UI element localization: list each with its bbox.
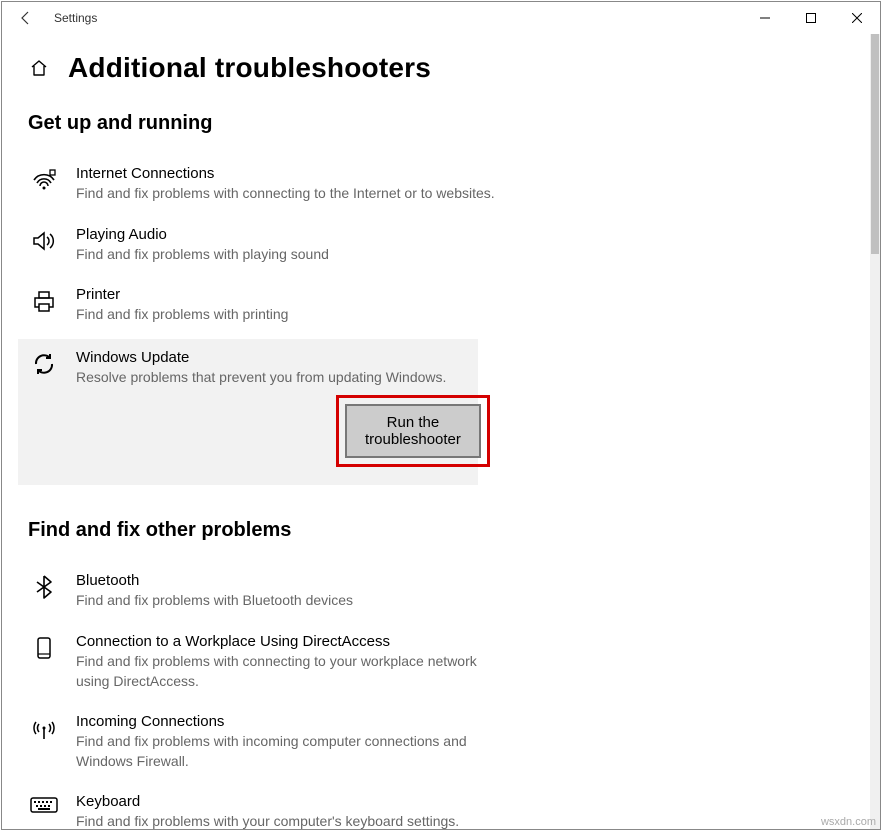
item-title: Windows Update bbox=[76, 349, 490, 366]
maximize-button[interactable] bbox=[788, 2, 834, 34]
printer-icon bbox=[31, 288, 57, 314]
titlebar: Settings bbox=[2, 2, 880, 34]
item-desc: Find and fix problems with Bluetooth dev… bbox=[76, 591, 353, 611]
item-incoming-connections[interactable]: Incoming Connections Find and fix proble… bbox=[28, 705, 844, 785]
window-title: Settings bbox=[50, 11, 97, 25]
home-icon bbox=[29, 58, 49, 78]
home-button[interactable] bbox=[28, 57, 50, 79]
content-area: Additional troubleshooters Get up and ru… bbox=[2, 34, 870, 829]
close-button[interactable] bbox=[834, 2, 880, 34]
item-title: Bluetooth bbox=[76, 572, 353, 589]
item-title: Playing Audio bbox=[76, 226, 329, 243]
item-playing-audio[interactable]: Playing Audio Find and fix problems with… bbox=[28, 218, 844, 279]
watermark: wsxdn.com bbox=[821, 816, 876, 828]
item-directaccess[interactable]: Connection to a Workplace Using DirectAc… bbox=[28, 625, 844, 705]
speaker-icon bbox=[31, 228, 57, 254]
wifi-icon bbox=[31, 167, 57, 193]
item-desc: Find and fix problems with printing bbox=[76, 305, 288, 325]
page-title: Additional troubleshooters bbox=[68, 52, 431, 84]
item-title: Incoming Connections bbox=[76, 713, 496, 730]
sync-icon bbox=[31, 351, 57, 377]
item-title: Connection to a Workplace Using DirectAc… bbox=[76, 633, 496, 650]
item-title: Keyboard bbox=[76, 793, 459, 810]
section-heading-running: Get up and running bbox=[28, 112, 844, 135]
scrollbar-thumb[interactable] bbox=[871, 34, 879, 254]
item-windows-update[interactable]: Windows Update Resolve problems that pre… bbox=[18, 339, 478, 486]
back-button[interactable] bbox=[2, 2, 50, 34]
item-printer[interactable]: Printer Find and fix problems with print… bbox=[28, 278, 844, 339]
keyboard-icon bbox=[30, 795, 58, 815]
item-title: Internet Connections bbox=[76, 165, 495, 182]
item-desc: Find and fix problems with connecting to… bbox=[76, 184, 495, 204]
scrollbar[interactable] bbox=[870, 34, 880, 829]
item-desc: Find and fix problems with incoming comp… bbox=[76, 732, 496, 771]
item-desc: Find and fix problems with connecting to… bbox=[76, 652, 496, 691]
item-keyboard[interactable]: Keyboard Find and fix problems with your… bbox=[28, 785, 844, 829]
item-desc: Find and fix problems with playing sound bbox=[76, 245, 329, 265]
item-desc: Find and fix problems with your computer… bbox=[76, 812, 459, 829]
item-title: Printer bbox=[76, 286, 288, 303]
section-heading-other: Find and fix other problems bbox=[28, 519, 844, 542]
run-highlight-box: Run the troubleshooter bbox=[336, 395, 490, 467]
phone-icon bbox=[33, 635, 55, 661]
bluetooth-icon bbox=[33, 574, 55, 600]
item-bluetooth[interactable]: Bluetooth Find and fix problems with Blu… bbox=[28, 564, 844, 625]
minimize-button[interactable] bbox=[742, 2, 788, 34]
item-internet-connections[interactable]: Internet Connections Find and fix proble… bbox=[28, 157, 844, 218]
run-troubleshooter-button[interactable]: Run the troubleshooter bbox=[345, 404, 481, 458]
item-desc: Resolve problems that prevent you from u… bbox=[76, 368, 490, 388]
antenna-icon bbox=[31, 715, 57, 741]
settings-window: Settings Additional troubleshooters Get … bbox=[1, 1, 881, 830]
